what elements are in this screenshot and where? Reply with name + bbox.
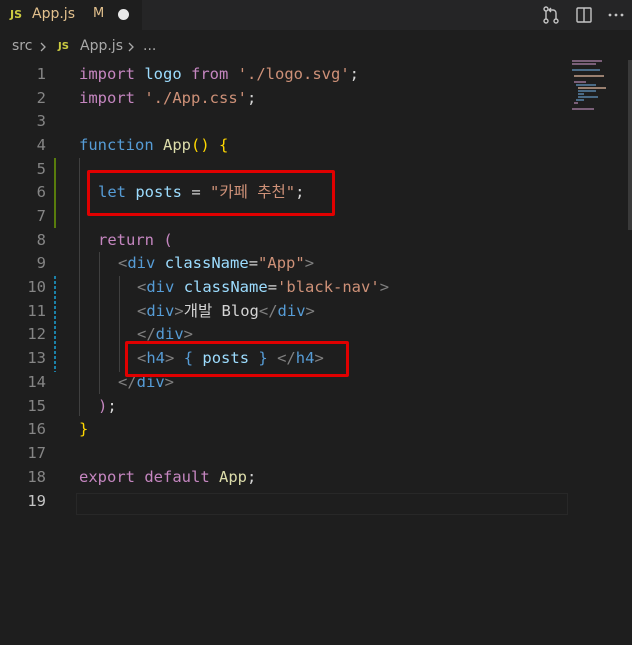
token: App: [219, 468, 248, 486]
code-line: 15 );: [0, 395, 632, 419]
breadcrumb-folder[interactable]: src: [12, 38, 32, 54]
token: div: [146, 302, 175, 320]
token: <: [137, 278, 147, 296]
token: return: [98, 231, 154, 249]
scrollbar[interactable]: [628, 60, 632, 230]
token: }: [79, 420, 89, 438]
tab-filename: App.js: [32, 6, 75, 22]
token: function: [79, 136, 154, 154]
line-number: 19: [27, 492, 46, 510]
more-actions-icon[interactable]: [606, 5, 626, 25]
split-editor-icon[interactable]: [574, 5, 594, 25]
line-number: 2: [36, 89, 46, 107]
token: 개발 Blog: [183, 302, 259, 320]
token: ;: [107, 397, 117, 415]
code-line: 4 function App() {: [0, 134, 632, 158]
line-number: 16: [27, 420, 46, 438]
line-number: 9: [36, 254, 46, 272]
code-line: 10 <div className='black-nav'>: [0, 276, 632, 300]
token: './logo.svg': [237, 65, 350, 83]
token: ;: [349, 65, 360, 83]
token: default: [144, 468, 210, 486]
token: './App.css': [144, 89, 247, 107]
chevron-right-icon: [38, 38, 48, 60]
token: >: [379, 278, 390, 296]
line-number: 14: [27, 373, 46, 391]
token: >: [305, 302, 315, 320]
token: <: [118, 254, 128, 272]
token: className: [164, 254, 249, 272]
line-number: 1: [36, 65, 46, 83]
line-number: 7: [36, 207, 46, 225]
source-control-compare-icon[interactable]: [541, 5, 561, 25]
line-number: 3: [36, 112, 46, 130]
token: (): [191, 136, 210, 154]
token: ;: [247, 89, 257, 107]
code-line: 3: [0, 110, 632, 134]
token: "App": [258, 254, 305, 272]
token: div: [277, 302, 306, 320]
code-line: 19: [0, 490, 632, 514]
line-number: 13: [27, 349, 46, 367]
token: <: [137, 302, 147, 320]
breadcrumb-more[interactable]: ...: [143, 38, 156, 54]
token: className: [183, 278, 268, 296]
tab-app-js[interactable]: JS App.js M: [0, 0, 142, 30]
line-number: 4: [36, 136, 46, 154]
line-number: 12: [27, 325, 46, 343]
line-number: 17: [27, 444, 46, 462]
line-number: 8: [36, 231, 46, 249]
modified-badge: M: [93, 6, 105, 21]
line-number: 11: [27, 302, 46, 320]
token: ): [98, 397, 108, 415]
tab-bar: JS App.js M: [0, 0, 632, 30]
line-number: 5: [36, 160, 46, 178]
line-number: 6: [36, 183, 46, 201]
token: (: [163, 231, 173, 249]
breadcrumb-file[interactable]: App.js: [80, 38, 123, 54]
annotation-box-h4-posts: [125, 341, 349, 377]
token: =: [267, 278, 278, 296]
line-number: 15: [27, 397, 46, 415]
token: from: [191, 65, 229, 83]
token: export: [79, 468, 135, 486]
token: =: [248, 254, 259, 272]
line-number: 18: [27, 468, 46, 486]
unsaved-dot-icon[interactable]: [118, 9, 129, 20]
token: import: [79, 65, 135, 83]
code-line: 9 <div className="App">: [0, 252, 632, 276]
token: {: [219, 136, 229, 154]
code-line: 1 import logo from './logo.svg';: [0, 63, 632, 87]
token: import: [79, 89, 135, 107]
token: >: [304, 254, 315, 272]
annotation-box-let-posts: [87, 170, 335, 216]
token: logo: [144, 65, 182, 83]
code-line: 2 import './App.css';: [0, 87, 632, 111]
token: ;: [247, 468, 257, 486]
code-line: 8 return (: [0, 229, 632, 253]
token: div: [127, 254, 156, 272]
token: div: [146, 278, 175, 296]
token: >: [174, 302, 184, 320]
code-line: 18 export default App;: [0, 466, 632, 490]
line-number: 10: [27, 278, 46, 296]
code-line: 11 <div>개발 Blog</div>: [0, 300, 632, 324]
code-line: 17: [0, 442, 632, 466]
code-line: 16 }: [0, 418, 632, 442]
token: </: [258, 302, 278, 320]
token: App: [163, 136, 191, 154]
chevron-right-icon: [126, 38, 136, 60]
javascript-file-icon: JS: [10, 8, 23, 21]
javascript-file-icon: JS: [58, 41, 69, 52]
token: 'black-nav': [277, 278, 380, 296]
